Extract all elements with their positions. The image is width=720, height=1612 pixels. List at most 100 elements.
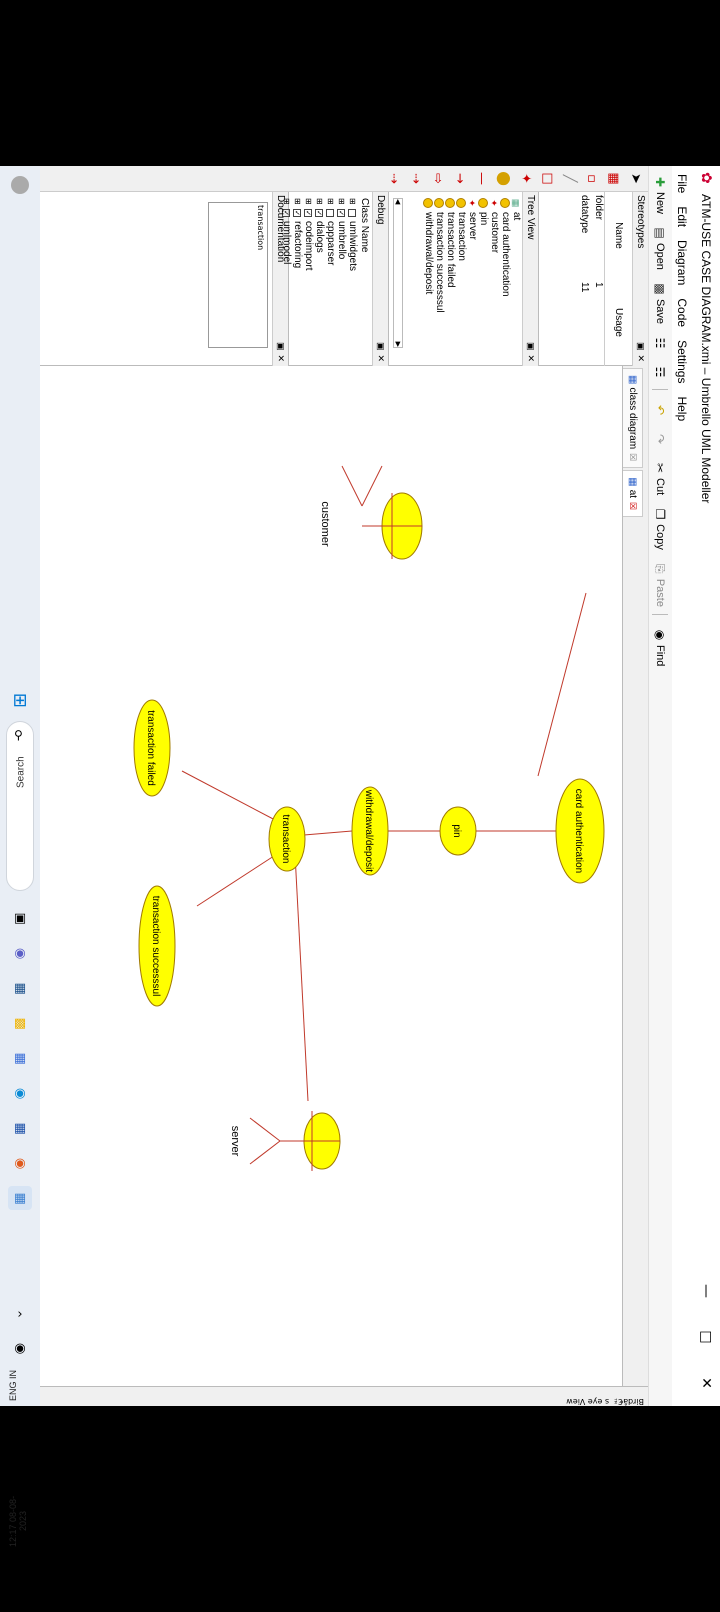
expand-icon[interactable]: ⊞ [347,198,358,206]
select-arrow-icon[interactable]: ➤ [626,169,644,189]
tree-item-customer[interactable]: ✦ customer [489,192,500,366]
clock[interactable]: 12:17 08-08-2023 [8,1486,34,1556]
usecase-transaction[interactable]: transaction [268,806,306,872]
expand-icon[interactable]: ⊞ [292,198,303,206]
app-icon[interactable]: ▦ [8,976,32,1000]
open-button[interactable]: ▤ Open [651,223,671,273]
store-icon[interactable]: ▦ [8,1046,32,1070]
maximize-button[interactable]: □ [692,1314,720,1360]
tab-class-diagram[interactable]: ▦ class diagram ☒ [623,368,643,469]
actor-server[interactable]: server [229,1111,341,1171]
debug-item[interactable]: ⊞ cppparser [325,192,336,366]
float-icon[interactable]: ▣ [275,342,286,351]
task-view-icon[interactable]: ▣ [8,906,32,930]
debug-item[interactable]: ⊞ ✓ codeimport [303,192,314,366]
usecase-transaction-failed[interactable]: transaction failed [133,699,171,797]
checkbox[interactable]: ✓ [304,209,313,217]
app-icon[interactable]: ▦ [8,1116,32,1140]
association-transaction-failed[interactable] [181,770,278,822]
windows-start-icon[interactable]: ⊞ [8,688,32,712]
tab-close-icon[interactable]: ☒ [627,502,638,510]
usecase-card-authentication[interactable]: card authentication [555,778,605,884]
menu-file[interactable]: File [675,174,689,193]
redo-button[interactable]: ↷ [651,429,671,452]
save-button[interactable]: ▩ Save [651,279,671,327]
checkbox[interactable]: ✓ [315,209,324,217]
print-preview-button[interactable]: ☶ [651,362,671,385]
tree-item-server[interactable]: ✦ server [467,192,478,366]
undo-button[interactable]: ↶ [651,400,671,423]
tree-item-withdrawal-deposit[interactable]: withdrawal/deposit [423,192,434,366]
cut-button[interactable]: ✂ Cut [651,458,671,498]
battery-icon[interactable]: ▮ [8,1452,32,1476]
anchor-tool-icon[interactable]: ╱ [560,169,578,189]
debug-item[interactable]: ⊞ ✓ umbrello [336,192,347,366]
float-icon[interactable]: ▣ [635,342,646,351]
minimize-button[interactable]: — [692,1268,720,1314]
association-tool-icon[interactable]: — [472,169,490,189]
close-icon[interactable]: ✕ [525,354,536,362]
menu-edit[interactable]: Edit [675,206,689,227]
column-usage[interactable]: Usage [613,279,624,366]
debug-item[interactable]: ⊞ umlwidgets [347,192,358,366]
search-box[interactable]: ⚲ Search [6,721,34,891]
copy-button[interactable]: ❐ Copy [651,504,671,553]
chevron-up-icon[interactable]: › [8,1302,32,1326]
volume-icon[interactable]: ♬ [8,1426,32,1450]
column-name[interactable]: Name [613,192,624,279]
tree-item-transaction[interactable]: transaction [456,192,467,366]
checkbox[interactable]: ✓ [337,209,346,217]
actor-tool-icon[interactable]: ✦ [516,169,534,189]
checkbox[interactable] [326,209,335,217]
documentation-textbox[interactable]: transaction [208,202,268,348]
birds-eye-view-strip[interactable]: Birdâ€™s eye View [40,1386,648,1406]
float-icon[interactable]: ▣ [375,342,386,351]
image-tool-icon[interactable]: ▦ [604,169,622,189]
expand-icon[interactable]: ⊞ [325,198,336,206]
tree-item-pin[interactable]: pin [478,192,489,366]
directional-association-tool-icon[interactable]: → [450,169,468,189]
tree-item-transaction-failed[interactable]: transaction failed [445,192,456,366]
usecase-transaction-successsul[interactable]: transaction successsul [138,885,176,1007]
find-button[interactable]: ◉ Find [651,625,671,669]
association-transaction-server[interactable] [294,853,309,1102]
teams-chat-icon[interactable]: ◉ [8,941,32,965]
actor-customer[interactable]: customer [319,465,423,560]
expand-icon[interactable]: ⊞ [336,198,347,206]
close-icon[interactable]: ✕ [375,354,386,362]
table-row[interactable]: folder 1 [590,192,604,366]
menu-settings[interactable]: Settings [675,340,689,383]
new-button[interactable]: ✚ New [651,172,671,217]
tree-item-card-authentication[interactable]: card authentication [500,192,511,366]
tab-at[interactable]: ▦ at ☒ [623,470,643,518]
app-tray-icon[interactable]: ◉ [8,1336,32,1360]
association-transaction-success[interactable] [196,853,278,907]
box-tool-icon[interactable]: □ [538,169,556,189]
usecase-tool-icon[interactable]: ⬤ [494,169,512,189]
menu-diagram[interactable]: Diagram [675,240,689,285]
checkbox[interactable]: ✓ [293,209,302,217]
paste-button[interactable]: ⎘ Paste [651,559,671,610]
tree-item-transaction-successsul[interactable]: transaction successsul [434,192,445,366]
checkbox[interactable] [348,209,357,217]
note-tool-icon[interactable]: ▫ [582,169,600,189]
close-button[interactable]: ✕ [692,1360,720,1406]
association-customer-card-authentication[interactable] [537,592,587,777]
scroll-left-icon[interactable]: ◀ [394,199,402,204]
tab-close-icon[interactable]: ☒ [627,453,638,461]
close-icon[interactable]: ✕ [635,354,646,362]
close-icon[interactable]: ✕ [275,354,286,362]
tree-item-at[interactable]: ▦ at [511,192,522,366]
widgets-icon[interactable] [11,176,29,194]
firefox-icon[interactable]: ◉ [8,1151,32,1175]
float-icon[interactable]: ▣ [525,342,536,351]
debug-item[interactable]: ⊞ ✓ refactoring [292,192,303,366]
edge-icon[interactable]: ◉ [8,1081,32,1105]
menu-code[interactable]: Code [675,298,689,327]
menu-help[interactable]: Help [675,396,689,421]
dependency-tool-icon[interactable]: ⇢ [406,169,424,189]
umbrello-taskbar-icon[interactable]: ▦ [8,1186,32,1210]
usecase-diagram[interactable]: customer server card authentication pin [40,366,622,1386]
print-button[interactable]: ☷ [651,333,671,356]
tree-scrollbar[interactable]: ◀ ▶ [393,198,403,348]
